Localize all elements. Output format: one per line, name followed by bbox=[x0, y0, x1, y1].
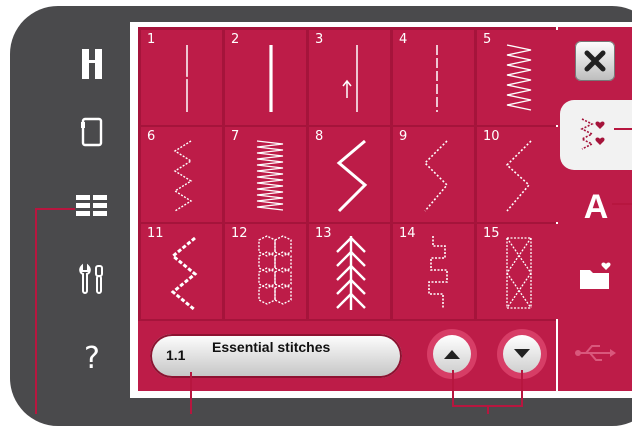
stitch-cell-11[interactable]: 11 bbox=[141, 224, 222, 319]
stitch-pattern-straight-center bbox=[185, 45, 189, 112]
callout-line-menu bbox=[35, 208, 75, 210]
stitch-pattern-straight-basting bbox=[436, 45, 438, 112]
stitch-pattern-straight-triple bbox=[269, 45, 273, 112]
tab-usb[interactable] bbox=[574, 338, 618, 368]
sewing-machine-screen: ? 1 2 3 4 5 6 7 8 9 10 11 12 13 14 15 1.… bbox=[0, 0, 632, 426]
stitch-pattern-straight-reverse bbox=[342, 45, 358, 112]
presser-foot-icon[interactable] bbox=[70, 42, 114, 86]
font-menu-icon: A bbox=[583, 187, 609, 226]
category-code: 1.1 bbox=[166, 347, 186, 363]
stitch-cell-3[interactable]: 3 bbox=[309, 30, 390, 125]
stitch-cell-6[interactable]: 6 bbox=[141, 127, 222, 222]
arrow-down-icon bbox=[514, 349, 530, 358]
category-name: Essential stitches bbox=[212, 339, 331, 355]
stitch-cell-12[interactable]: 12 bbox=[225, 224, 306, 319]
help-symbol: ? bbox=[84, 340, 100, 376]
callout-line-stitch-tab bbox=[614, 128, 632, 130]
stitch-pattern-zigzag-three-step bbox=[173, 140, 193, 212]
stitch-cell-8[interactable]: 8 bbox=[309, 127, 390, 222]
stitch-cell-2[interactable]: 2 bbox=[225, 30, 306, 125]
stitch-menu-icon bbox=[580, 118, 605, 150]
stitch-cell-9[interactable]: 9 bbox=[393, 127, 474, 222]
stitch-pattern-zigzag-wide bbox=[336, 139, 368, 213]
help-icon[interactable]: ? bbox=[70, 336, 114, 380]
stitch-cell-14[interactable]: 14 bbox=[393, 224, 474, 319]
callout-line-menu-vertical bbox=[35, 208, 37, 414]
settings-tools-icon[interactable] bbox=[70, 258, 114, 302]
stitch-cell-4[interactable]: 4 bbox=[393, 30, 474, 125]
stitch-pattern-zigzag-dotted bbox=[423, 140, 449, 212]
callout-line-font-tab bbox=[612, 203, 632, 205]
tab-file-manager[interactable] bbox=[574, 258, 618, 298]
stitch-category-button[interactable]: 1.1 Essential stitches bbox=[150, 334, 402, 378]
callout-line-up bbox=[452, 370, 454, 406]
callout-line-category bbox=[190, 372, 192, 414]
stitch-pattern-honeycomb bbox=[258, 235, 292, 305]
stitch-cell-15[interactable]: 15 bbox=[477, 224, 558, 319]
stitch-pattern-zigzag-bold-dotted bbox=[170, 236, 198, 312]
stitch-cell-10[interactable]: 10 bbox=[477, 127, 558, 222]
stitch-pattern-zigzag-dense bbox=[506, 44, 532, 111]
close-icon bbox=[584, 50, 606, 72]
bobbin-icon[interactable] bbox=[70, 108, 114, 152]
stitch-pattern-zigzag-satin bbox=[256, 140, 284, 211]
tab-font-menu[interactable]: A bbox=[572, 185, 620, 229]
stitch-pattern-zigzag-dotted-wide bbox=[505, 140, 532, 212]
stitch-pattern-stepped bbox=[428, 236, 448, 308]
close-button[interactable] bbox=[575, 41, 615, 81]
stitch-cell-7[interactable]: 7 bbox=[225, 127, 306, 222]
stitch-cell-13[interactable]: 13 bbox=[309, 224, 390, 319]
usb-icon bbox=[575, 345, 616, 361]
arrow-up-icon bbox=[444, 350, 460, 359]
callout-line-arrows-stem bbox=[487, 405, 489, 414]
menu-grid-icon[interactable] bbox=[70, 184, 114, 228]
stitch-cell-5[interactable]: 5 bbox=[477, 30, 558, 125]
callout-line-down bbox=[521, 370, 523, 406]
file-manager-icon bbox=[580, 262, 611, 289]
stitch-cell-1[interactable]: 1 bbox=[141, 30, 222, 125]
tab-stitch-menu[interactable] bbox=[560, 100, 632, 170]
stitch-pattern-cross-stitch bbox=[506, 237, 532, 309]
stitch-pattern-feather bbox=[336, 236, 366, 310]
